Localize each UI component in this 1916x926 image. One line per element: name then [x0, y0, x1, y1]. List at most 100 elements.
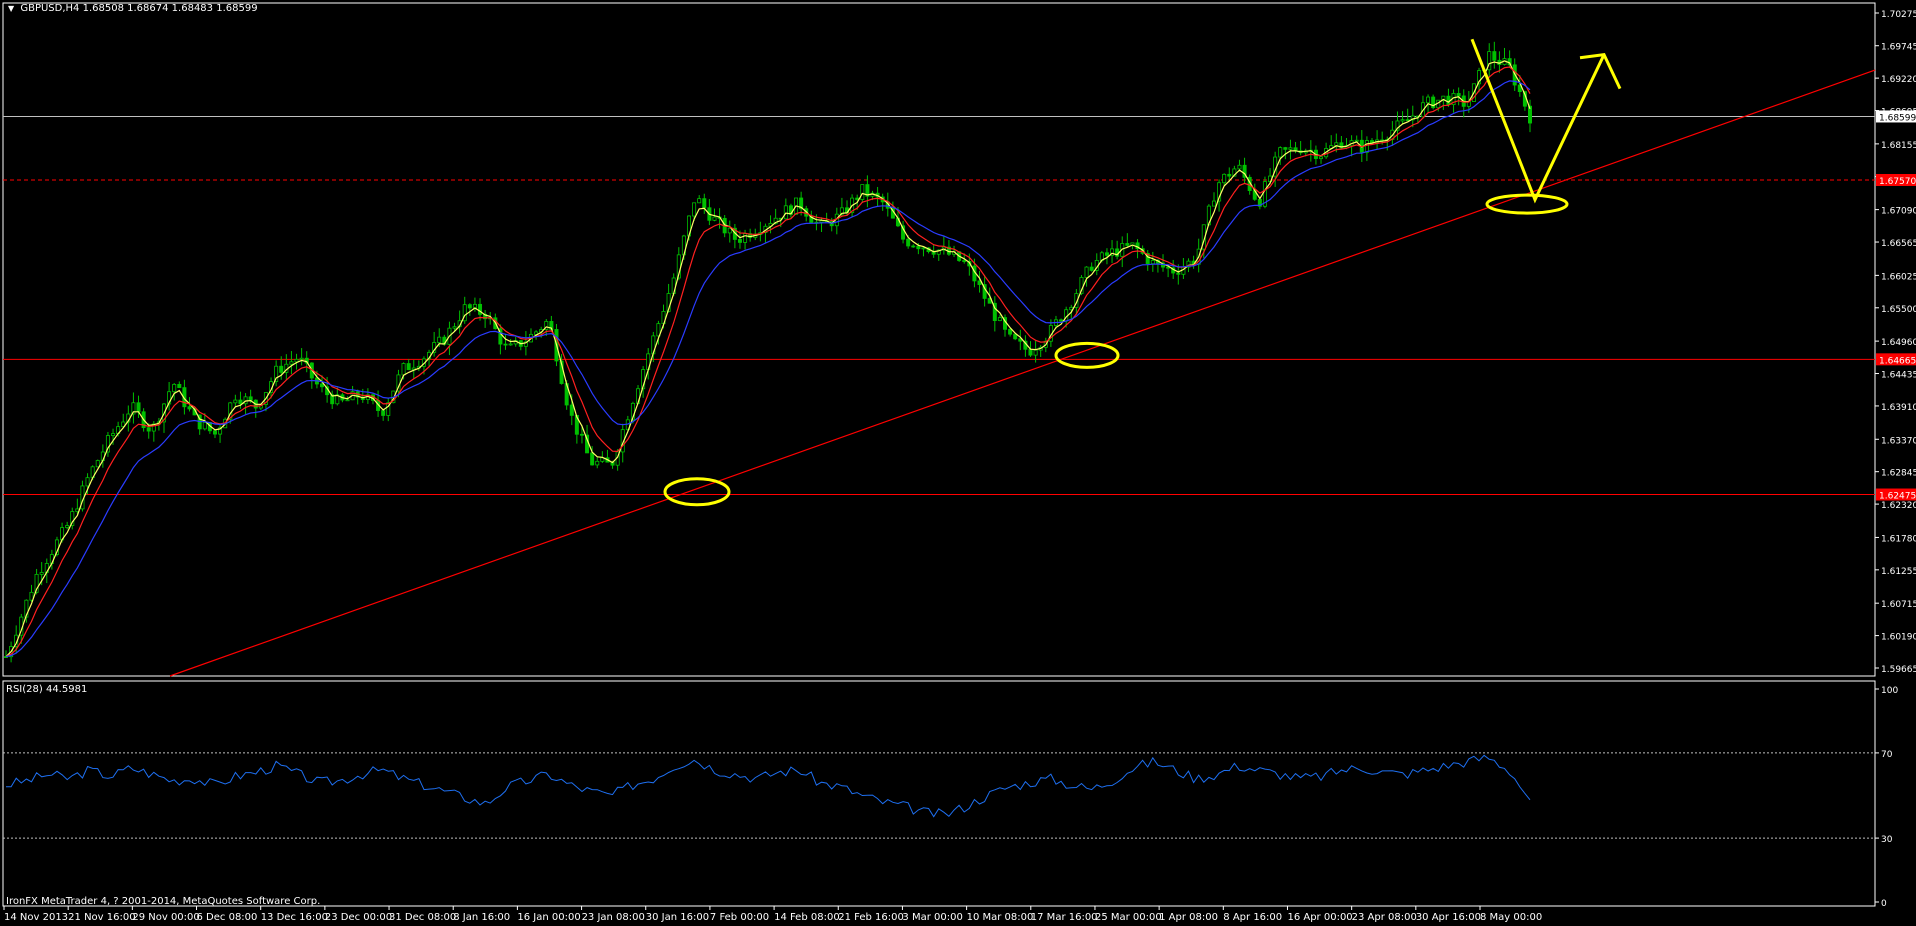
collapse-triangle-icon[interactable]: ▼ [8, 4, 14, 13]
candle-body [702, 198, 707, 209]
price-tag-label: 1.64665 [1879, 356, 1916, 366]
time-tick-label: 30 Apr 16:00 [1416, 912, 1481, 923]
candle-body [1369, 140, 1374, 143]
price-tick-label: 1.60715 [1881, 600, 1916, 610]
price-tick-label: 1.66025 [1881, 272, 1916, 282]
time-tick-label: 23 Jan 08:00 [582, 912, 645, 923]
ohlc-values: 1.68508 1.68674 1.68483 1.68599 [82, 3, 258, 14]
candle-body [1125, 243, 1130, 246]
candle-body [692, 202, 697, 217]
candle-body [1405, 119, 1410, 122]
candle-body [202, 422, 207, 430]
time-tick-label: 3 Mar 00:00 [902, 912, 962, 923]
candle-body [1028, 348, 1033, 356]
price-tick-label: 1.61780 [1881, 534, 1916, 544]
price-tick-label: 1.67090 [1881, 207, 1916, 217]
time-tick-label: 14 Nov 2013 [4, 912, 68, 923]
candle-body [467, 304, 472, 309]
candle-body [1278, 147, 1283, 158]
candle-body [406, 363, 411, 371]
rsi-tick-label: 100 [1881, 686, 1898, 696]
candle-body [437, 336, 442, 343]
price-tag-label: 1.62475 [1879, 492, 1916, 502]
time-tick-label: 29 Nov 00:00 [132, 912, 199, 923]
candle-body [1354, 139, 1359, 142]
price-tick-label: 1.68155 [1881, 141, 1916, 151]
time-tick-label: 16 Jan 00:00 [517, 912, 580, 923]
candle-body [136, 402, 141, 413]
candle-body [39, 572, 44, 575]
candle-body [1237, 164, 1242, 170]
time-tick-label: 25 Mar 00:00 [1095, 912, 1162, 923]
candle-body [320, 383, 325, 388]
candle-body [1059, 319, 1064, 322]
time-tick-label: 13 Dec 16:00 [261, 912, 328, 923]
candle-body [345, 399, 350, 402]
candle-body [1426, 96, 1431, 104]
candle-body [595, 460, 600, 466]
candle-body [279, 365, 284, 373]
candle-body [1283, 147, 1288, 150]
time-tick-label: 8 May 00:00 [1480, 912, 1542, 923]
candle-body [860, 184, 865, 200]
time-tick-label: 23 Dec 00:00 [325, 912, 392, 923]
candle-body [1222, 173, 1227, 184]
price-chart[interactable]: 1.702751.697451.692201.686951.681551.676… [0, 0, 1916, 926]
candle-body [962, 260, 967, 262]
candle-body [1456, 93, 1461, 97]
candle-body [233, 399, 238, 404]
candle-body [1150, 260, 1155, 265]
candle-body [997, 317, 1002, 321]
time-tick-label: 16 Apr 00:00 [1287, 912, 1352, 923]
candle-body [1334, 142, 1339, 146]
candle-body [248, 396, 253, 401]
candle-body [294, 358, 299, 363]
candle-body [172, 383, 177, 393]
symbol-header: ▼ GBPUSD,H4 1.68508 1.68674 1.68483 1.68… [8, 3, 258, 14]
candle-body [1013, 333, 1018, 340]
rsi-tick-label: 30 [1881, 835, 1893, 845]
candle-body [1008, 328, 1013, 335]
price-tick-label: 1.62845 [1881, 469, 1916, 479]
rsi-label: RSI(28) 44.5981 [6, 684, 88, 695]
candle-body [579, 433, 584, 436]
price-axis: 1.702751.697451.692201.686951.681551.676… [1875, 10, 1916, 675]
candle-body [187, 406, 192, 410]
candle-body [65, 525, 70, 529]
candle-body [1288, 147, 1293, 150]
candle-body [1176, 272, 1181, 275]
candle-body [146, 427, 151, 432]
candle-body [697, 198, 702, 204]
price-tick-label: 1.63370 [1881, 436, 1916, 446]
time-tick-label: 31 Dec 08:00 [389, 912, 456, 923]
candle-body [737, 239, 742, 243]
candle-body [289, 361, 294, 365]
candle-body [381, 410, 386, 416]
candle-body [921, 247, 926, 250]
candle-body [238, 399, 243, 405]
rsi-tick-label: 70 [1881, 750, 1893, 760]
price-tick-label: 1.61255 [1881, 567, 1916, 577]
price-tick-label: 1.69745 [1881, 43, 1916, 53]
candle-body [508, 343, 513, 346]
rsi-tick-label: 0 [1881, 899, 1887, 909]
candle-body [911, 245, 916, 248]
candle-body [299, 357, 304, 360]
candle-body [1364, 140, 1369, 153]
price-tick-label: 1.64960 [1881, 338, 1916, 348]
price-tick-label: 1.63910 [1881, 403, 1916, 413]
copyright-text: IronFX MetaTrader 4, ? 2001-2014, MetaQu… [6, 896, 321, 907]
candle-body [906, 238, 911, 247]
candle-body [1104, 252, 1109, 256]
candle-body [1492, 51, 1497, 61]
price-tick-label: 1.66565 [1881, 239, 1916, 249]
candle-body [1211, 200, 1216, 207]
symbol-label: GBPUSD,H4 [20, 3, 80, 14]
price-tick-label: 1.70275 [1881, 10, 1916, 20]
candle-body [1400, 119, 1405, 122]
candle-body [743, 233, 748, 243]
candle-body [783, 205, 788, 220]
time-tick-label: 7 Feb 00:00 [710, 912, 769, 923]
time-tick-label: 23 Apr 08:00 [1352, 912, 1417, 923]
price-tick-label: 1.62320 [1881, 501, 1916, 511]
